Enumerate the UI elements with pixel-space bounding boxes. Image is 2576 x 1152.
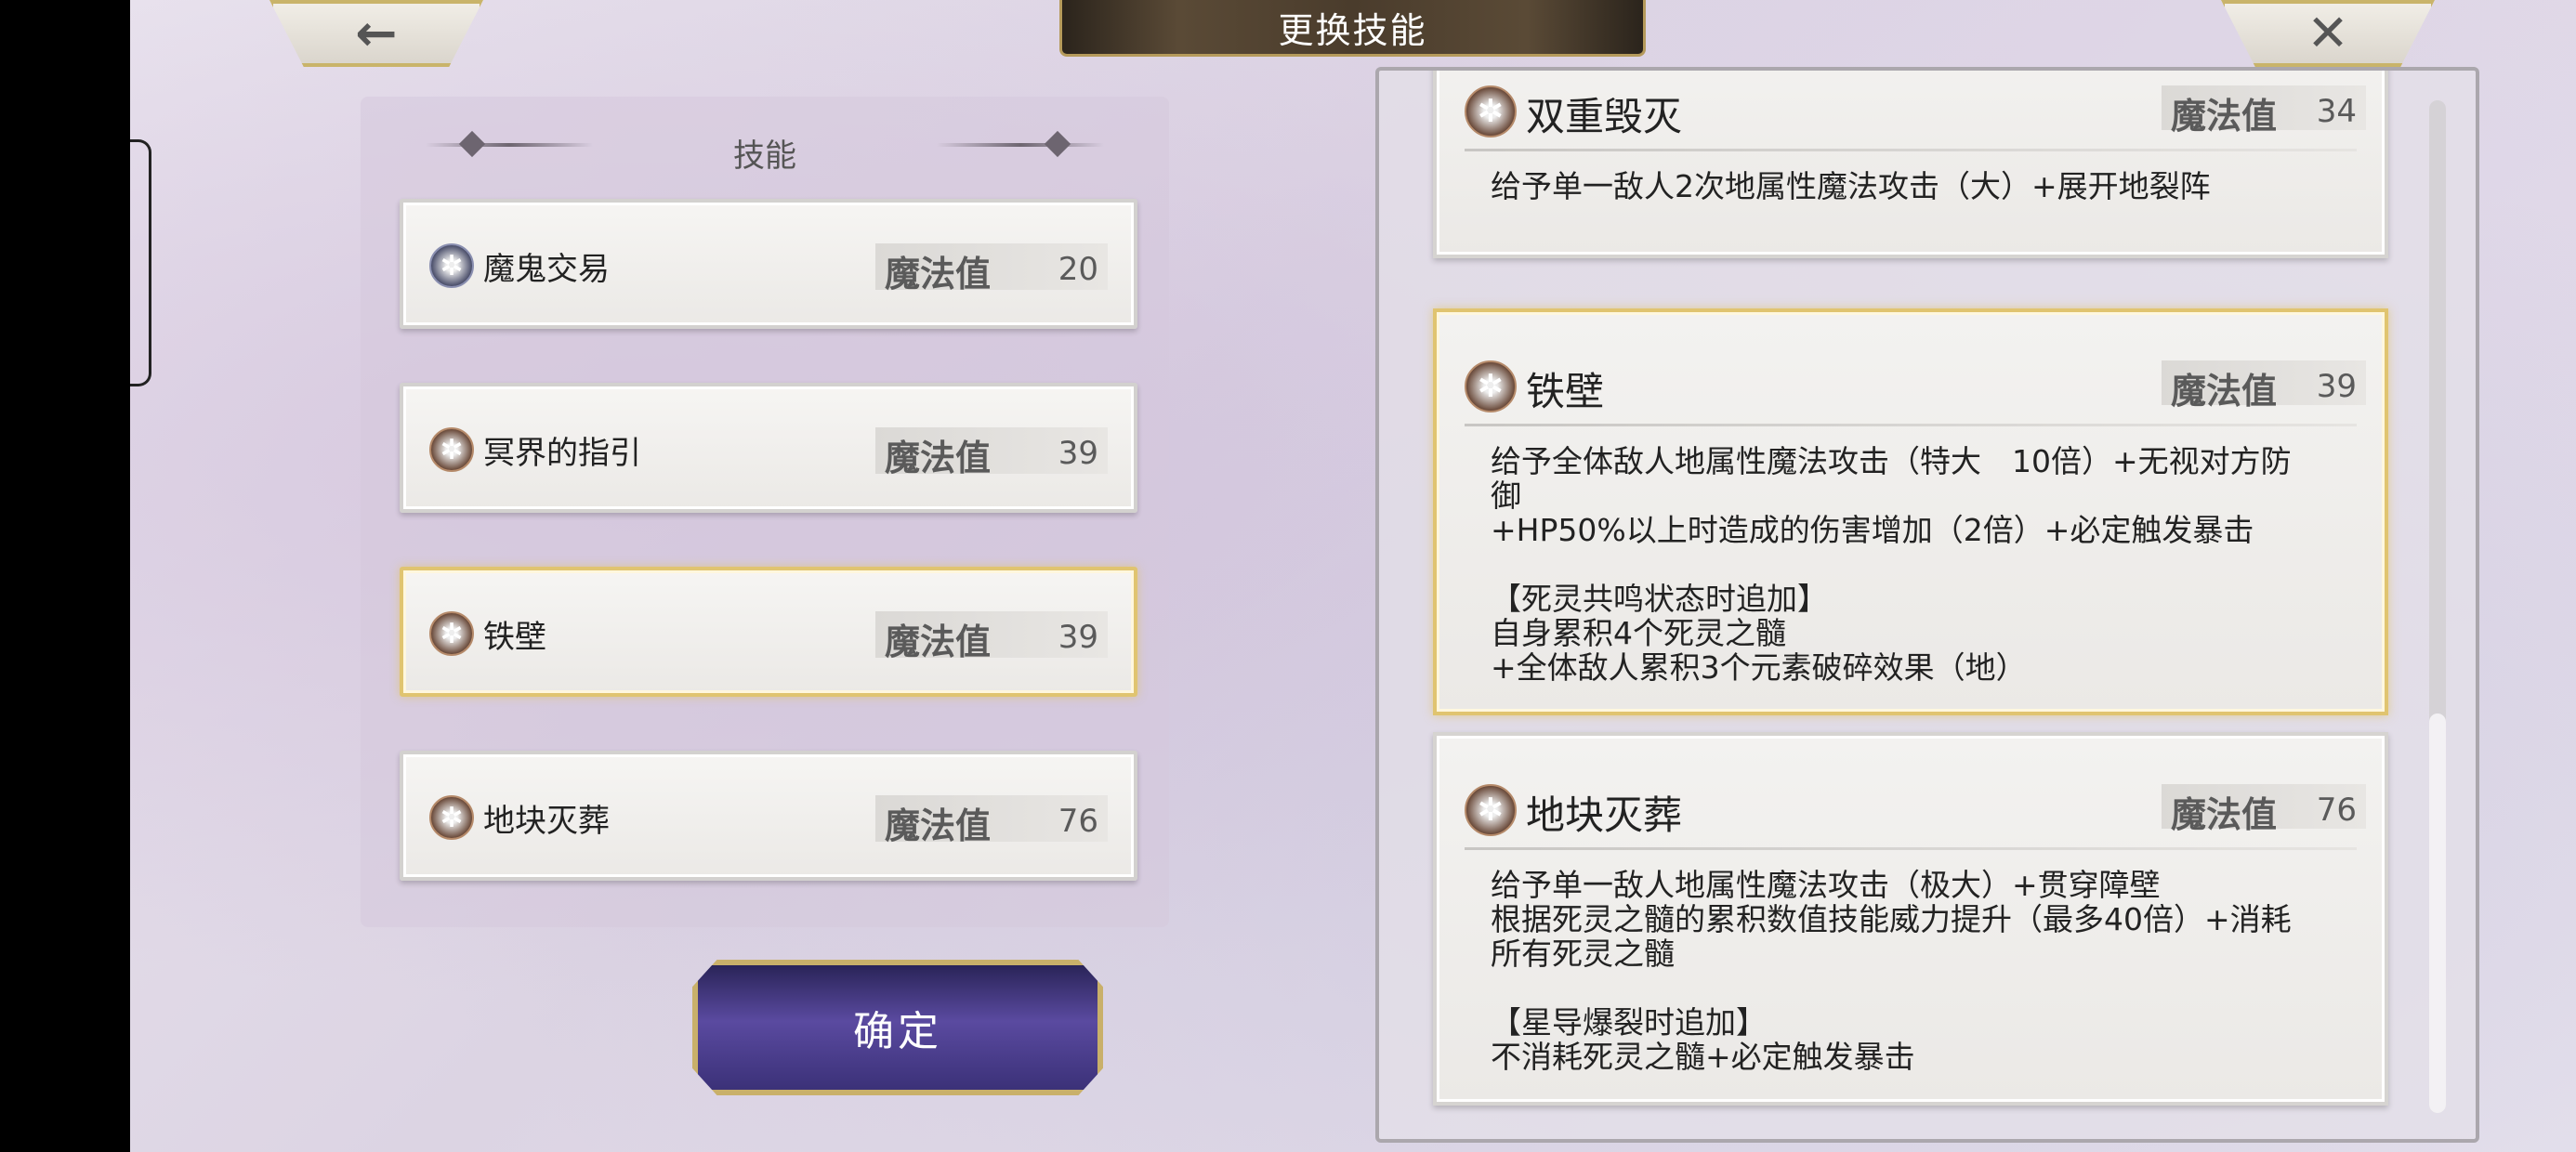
- skill-name: 双重毁灭: [1526, 94, 1683, 139]
- description-text: 给予全体敌人地属性魔法攻击（特大 10倍）+无视对方防 御 +HP50%以上时造…: [1491, 443, 2292, 686]
- skill-slot-4[interactable]: ✲ 地块灭葬 魔法值 76: [400, 751, 1137, 881]
- game-screen: ← 更换技能 ✕ 技能 ✲ 魔鬼交易 魔法值 20 ✲ 冥界的指引 魔法值 39: [130, 0, 2576, 1152]
- skill-card-1[interactable]: ✲ 双重毁灭 魔法值 34 给予单一敌人2次地属性魔法攻击（大）+展开地裂阵: [1433, 71, 2388, 258]
- scrollbar-thumb[interactable]: [2429, 713, 2446, 1113]
- back-button[interactable]: ←: [269, 0, 483, 67]
- mana-value: 34: [2316, 93, 2357, 130]
- mana-cost: 魔法值 20: [875, 243, 1108, 295]
- skill-name: 冥界的指引: [483, 435, 641, 472]
- mana-value: 20: [1058, 251, 1098, 288]
- mana-cost: 魔法值 39: [875, 427, 1108, 478]
- mana-label: 魔法值: [885, 805, 992, 846]
- confirm-button[interactable]: 确定: [692, 960, 1103, 1095]
- skill-name: 地块灭葬: [1526, 792, 1683, 838]
- title-plate: 更换技能: [1059, 0, 1646, 57]
- back-arrow-icon: ←: [355, 4, 398, 62]
- mana-value: 39: [2316, 368, 2357, 405]
- close-icon: ✕: [2307, 4, 2349, 62]
- confirm-label: 确定: [853, 1008, 942, 1055]
- skill-icon: ✲: [429, 611, 474, 656]
- mana-cost: 魔法值 39: [875, 611, 1108, 662]
- screen-notch: [130, 139, 151, 386]
- skill-description: 给予单一敌人2次地属性魔法攻击（大）+展开地裂阵: [1491, 169, 2329, 203]
- skill-icon: ✲: [1465, 784, 1517, 836]
- skill-card-3[interactable]: ✲ 地块灭葬 魔法值 76 给予单一敌人地属性魔法攻击（极大）+贯穿障壁 根据死…: [1433, 732, 2388, 1106]
- mana-label: 魔法值: [885, 622, 992, 662]
- skill-list-scrollbar[interactable]: [2429, 100, 2446, 1113]
- description-text: 给予单一敌人2次地属性魔法攻击（大）+展开地裂阵: [1491, 168, 2211, 204]
- mana-label: 魔法值: [2171, 371, 2278, 412]
- skill-description: 给予单一敌人地属性魔法攻击（极大）+贯穿障壁 根据死灵之髓的累积数值技能威力提升…: [1491, 868, 2329, 1074]
- mana-label: 魔法值: [2171, 794, 2278, 835]
- page-title: 更换技能: [1278, 9, 1427, 51]
- panel-heading: 技能: [733, 137, 796, 175]
- skill-card-2[interactable]: ✲ 铁壁 魔法值 39 给予全体敌人地属性魔法攻击（特大 10倍）+无视对方防 …: [1433, 308, 2388, 715]
- divider: [1465, 424, 2357, 426]
- skill-slot-2[interactable]: ✲ 冥界的指引 魔法值 39: [400, 383, 1137, 513]
- description-text: 给予单一敌人地属性魔法攻击（极大）+贯穿障壁 根据死灵之髓的累积数值技能威力提升…: [1491, 867, 2292, 1075]
- skill-icon: ✲: [1465, 360, 1517, 412]
- mana-label: 魔法值: [2171, 96, 2278, 137]
- mana-label: 魔法值: [885, 254, 992, 295]
- skill-list-panel[interactable]: ✲ 双重毁灭 魔法值 34 给予单一敌人2次地属性魔法攻击（大）+展开地裂阵 ✲…: [1375, 67, 2479, 1143]
- skill-name: 地块灭葬: [483, 803, 610, 840]
- ornament-right-icon: [937, 143, 1104, 147]
- mana-cost: 魔法值 39: [2162, 360, 2366, 412]
- skill-description: 给予全体敌人地属性魔法攻击（特大 10倍）+无视对方防 御 +HP50%以上时造…: [1491, 444, 2329, 685]
- skill-slot-1[interactable]: ✲ 魔鬼交易 魔法值 20: [400, 199, 1137, 329]
- skill-icon: ✲: [429, 795, 474, 840]
- mana-value: 39: [1058, 435, 1098, 472]
- mana-cost: 魔法值 34: [2162, 85, 2366, 137]
- mana-value: 39: [1058, 619, 1098, 656]
- close-button[interactable]: ✕: [2221, 0, 2435, 67]
- skill-name: 铁壁: [483, 619, 546, 656]
- skill-name: 魔鬼交易: [483, 251, 610, 288]
- skill-icon: ✲: [1465, 85, 1517, 137]
- divider: [1465, 149, 2357, 151]
- skill-icon: ✲: [429, 243, 474, 288]
- mana-value: 76: [2316, 792, 2357, 829]
- skill-slot-3[interactable]: ✲ 铁壁 魔法值 39: [400, 567, 1137, 697]
- skill-name: 铁壁: [1526, 369, 1605, 414]
- skill-icon: ✲: [429, 427, 474, 472]
- mana-value: 76: [1058, 803, 1098, 840]
- equipped-skills-panel: 技能 ✲ 魔鬼交易 魔法值 20 ✲ 冥界的指引 魔法值 39 ✲ 铁壁 魔法值…: [361, 97, 1169, 927]
- mana-label: 魔法值: [885, 438, 992, 478]
- divider: [1465, 847, 2357, 850]
- mana-cost: 魔法值 76: [2162, 784, 2366, 835]
- mana-cost: 魔法值 76: [875, 795, 1108, 846]
